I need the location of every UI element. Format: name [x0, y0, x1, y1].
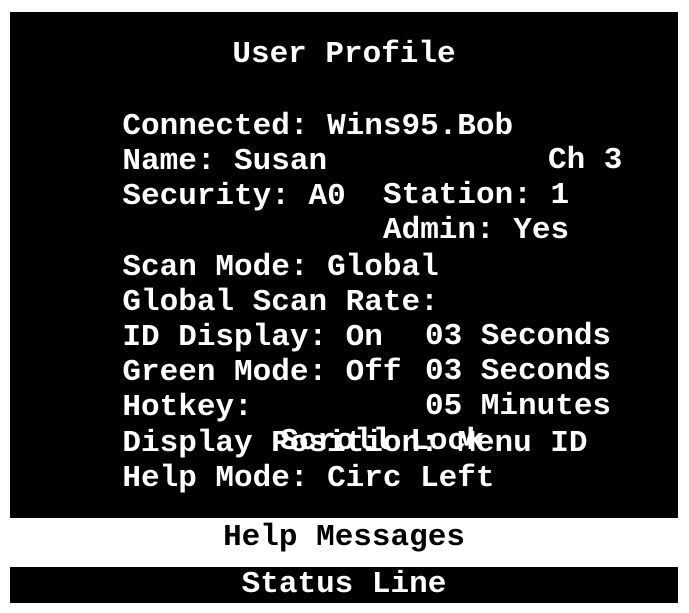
profile-title: User Profile — [232, 37, 456, 72]
help-mode-value: Circ Left — [327, 461, 495, 496]
help-mode-row: Help Mode: Circ Left — [48, 428, 494, 496]
station-value: 1 — [550, 178, 570, 213]
user-profile-screen: User Profile Connected: Wins95.Bob Ch 3 … — [10, 12, 678, 518]
global-scan-rate-row: Global Scan Rate: 03 Seconds — [48, 252, 611, 354]
channel-value: Ch 3 — [548, 143, 623, 178]
display-position-row: Display Position: Menu ID — [48, 393, 587, 461]
status-line-bar: Status Line — [10, 567, 678, 603]
hotkey-row: Hotkey: Scroll Lock — [48, 357, 484, 459]
station-label: Station: — [383, 178, 532, 213]
green-mode-row: Green Mode: Off 05 Minutes — [48, 322, 611, 424]
connected-value: Wins95.Bob — [327, 109, 514, 144]
id-display-time: 03 Seconds — [425, 354, 612, 389]
help-messages-bar: Help Messages — [10, 518, 678, 558]
connected-row: Connected: Wins95.Bob Ch 3 — [48, 76, 622, 178]
admin-value: Yes — [513, 213, 570, 248]
name-row: Name: Susan Station: 1 — [48, 111, 569, 213]
scan-mode-row: Scan Mode: Global — [48, 217, 438, 285]
global-scan-rate-value: 03 Seconds — [425, 319, 612, 354]
security-value: A0 — [308, 179, 346, 214]
id-display-row: ID Display: On 03 Seconds — [48, 287, 611, 389]
green-mode-value: Off — [345, 355, 402, 390]
security-label: Security: — [122, 179, 290, 214]
security-row: Security: A0 Admin: Yes — [48, 146, 569, 248]
station-field: Station: 1 — [383, 179, 569, 213]
help-mode-label: Help Mode: — [122, 461, 309, 496]
